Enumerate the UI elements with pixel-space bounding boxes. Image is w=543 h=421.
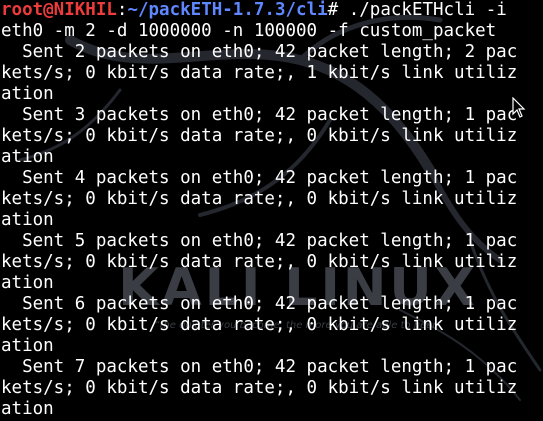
output-line: ation (1, 399, 54, 419)
output-line: ation (1, 147, 54, 167)
output-line: kets/s; 0 kbit/s data rate;, 0 kbit/s li… (1, 189, 518, 209)
output-line: ation (1, 84, 54, 104)
output-line: Sent 4 packets on eth0; 42 packet length… (1, 168, 518, 188)
output-line: ation (1, 336, 54, 356)
prompt-user-host: root@NIKHIL (1, 0, 117, 20)
output-line: kets/s; 0 kbit/s data rate;, 0 kbit/s li… (1, 126, 518, 146)
output-line: kets/s; 0 kbit/s data rate;, 1 kbit/s li… (1, 63, 518, 83)
prompt-path: ~/packETH-1.7.3/cli (127, 0, 328, 20)
output-line: Sent 6 packets on eth0; 42 packet length… (1, 294, 518, 314)
output-line: kets/s; 0 kbit/s data rate;, 0 kbit/s li… (1, 378, 518, 398)
output-line: Sent 5 packets on eth0; 42 packet length… (1, 231, 518, 251)
command-wrap-line: eth0 -m 2 -d 1000000 -n 100000 -f custom… (1, 21, 497, 41)
output-line: ation (1, 273, 54, 293)
output-line: kets/s; 0 kbit/s data rate;, 0 kbit/s li… (1, 252, 518, 272)
mouse-pointer-icon (512, 97, 526, 118)
output-line: Sent 3 packets on eth0; 42 packet length… (1, 105, 518, 125)
output-line: Sent 2 packets on eth0; 42 packet length… (1, 42, 518, 62)
prompt-separator: : (116, 0, 128, 20)
prompt-symbol: # (327, 0, 339, 20)
output-line: kets/s; 0 kbit/s data rate;, 0 kbit/s li… (1, 315, 518, 335)
output-line: Sent 7 packets on eth0; 42 packet length… (1, 357, 518, 377)
output-line: ation (1, 210, 54, 230)
terminal-output[interactable]: root@NIKHIL:~/packETH-1.7.3/cli# ./packE… (1, 0, 543, 421)
terminal-window[interactable]: KALI LINUX “the quieter you become, the … (0, 0, 543, 421)
prompt-line: root@NIKHIL:~/packETH-1.7.3/cli# ./packE… (1, 0, 543, 21)
command-text: ./packETHcli -i (338, 0, 507, 20)
